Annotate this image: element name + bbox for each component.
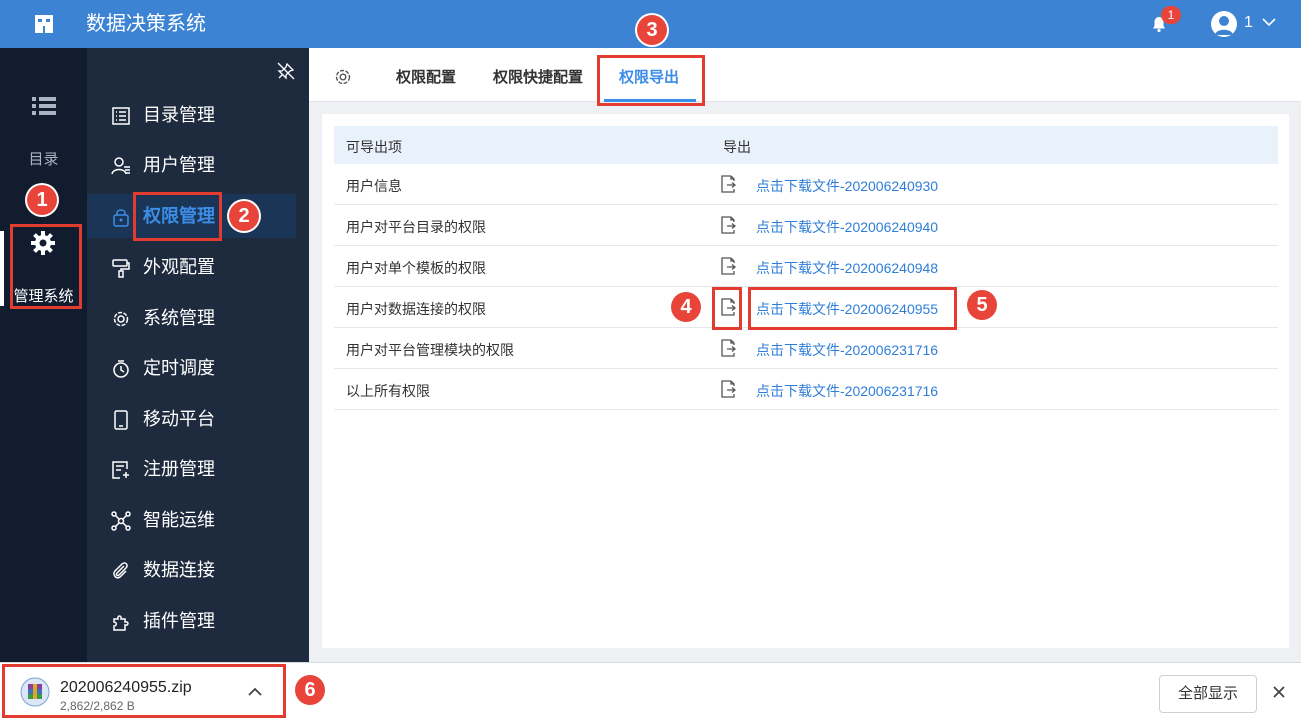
- notification-badge: 1: [1161, 6, 1181, 24]
- puzzle-icon: [113, 615, 129, 631]
- row-name: 以上所有权限: [346, 383, 430, 399]
- annotation-badge-5: 5: [967, 290, 997, 320]
- sidebar-item-appearance[interactable]: 外观配置: [87, 245, 309, 289]
- download-link[interactable]: 点击下载文件-202006231716: [756, 340, 938, 360]
- row-name: 用户信息: [346, 178, 402, 194]
- sidebar-item-mobile[interactable]: 移动平台: [87, 397, 309, 441]
- tablet-icon: [114, 410, 128, 430]
- tab-bar: 权限配置 权限快捷配置 权限导出: [309, 48, 1301, 102]
- export-file-icon[interactable]: [720, 339, 736, 357]
- export-file-icon[interactable]: [720, 216, 736, 234]
- avatar[interactable]: [1211, 11, 1237, 37]
- sidebar-item-label: 移动平台: [143, 409, 215, 429]
- sidebar-item-label: 定时调度: [143, 358, 215, 378]
- sidebar-item-registration[interactable]: 注册管理: [87, 447, 309, 491]
- paperclip-icon: [113, 562, 128, 579]
- annotation-badge-3: 3: [637, 15, 667, 45]
- export-file-icon[interactable]: [720, 380, 736, 398]
- sidebar-item-label: 智能运维: [143, 510, 215, 530]
- rail-directory-label[interactable]: 目录: [0, 148, 87, 169]
- sidebar-item-label: 系统管理: [143, 308, 215, 328]
- highlight-permission-management: [133, 192, 222, 241]
- close-icon[interactable]: [1272, 685, 1286, 699]
- download-link[interactable]: 点击下载文件-202006240940: [756, 217, 938, 237]
- lock-icon: [113, 209, 129, 227]
- primary-rail: 目录 管理系统: [0, 48, 87, 662]
- gear-icon: [113, 311, 129, 327]
- tab-permission-quick-config[interactable]: 权限快捷配置: [493, 66, 583, 87]
- table-header: 可导出项 导出: [334, 126, 1278, 164]
- sidebar-item-scheduler[interactable]: 定时调度: [87, 346, 309, 390]
- main-content: 权限配置 权限快捷配置 权限导出 可导出项 导出 用户信息 点击下载文件-202…: [309, 48, 1301, 662]
- export-file-icon[interactable]: [720, 257, 736, 275]
- annotation-badge-1: 1: [27, 185, 57, 215]
- settings-icon[interactable]: [333, 67, 353, 87]
- list-icon[interactable]: [32, 96, 56, 116]
- sidebar-item-label: 插件管理: [143, 611, 215, 631]
- sidebar-item-users[interactable]: 用户管理: [87, 143, 309, 187]
- export-file-icon[interactable]: [720, 175, 736, 193]
- row-name: 用户对平台管理模块的权限: [346, 342, 514, 358]
- highlight-export-icon: [712, 287, 742, 330]
- app-title: 数据决策系统: [86, 13, 206, 35]
- sidebar: 目录管理 用户管理 权限管理 外观配置 系统管理 定时调度 移动平台 注册管理 …: [87, 48, 309, 662]
- column-header-item: 可导出项: [346, 139, 402, 155]
- column-header-export: 导出: [723, 139, 751, 155]
- tab-permission-config[interactable]: 权限配置: [396, 66, 456, 87]
- sidebar-item-data-connection[interactable]: 数据连接: [87, 548, 309, 592]
- user-name[interactable]: 1: [1244, 14, 1253, 32]
- sidebar-item-label: 注册管理: [143, 459, 215, 479]
- logo-icon: [35, 15, 53, 33]
- annotation-badge-4: 4: [671, 292, 701, 322]
- table-row: 用户对单个模板的权限 点击下载文件-202006240948: [334, 246, 1278, 287]
- timer-icon: [113, 360, 129, 378]
- pin-icon[interactable]: [277, 62, 295, 80]
- sidebar-item-plugins[interactable]: 插件管理: [87, 599, 309, 643]
- table-row: 以上所有权限 点击下载文件-202006231716: [334, 369, 1278, 410]
- table-row: 用户信息 点击下载文件-202006240930: [334, 164, 1278, 205]
- sidebar-item-system[interactable]: 系统管理: [87, 296, 309, 340]
- register-icon: [112, 461, 129, 479]
- chevron-down-icon[interactable]: [1262, 17, 1276, 27]
- paint-roller-icon: [112, 259, 130, 278]
- highlight-download-link: [748, 287, 957, 330]
- highlight-permission-export-tab: [597, 55, 705, 106]
- highlight-download-item: [2, 664, 286, 718]
- row-name: 用户对单个模板的权限: [346, 260, 486, 276]
- sidebar-item-catalog[interactable]: 目录管理: [87, 93, 309, 137]
- download-link[interactable]: 点击下载文件-202006240948: [756, 258, 938, 278]
- export-panel: 可导出项 导出 用户信息 点击下载文件-202006240930 用户对平台目录…: [322, 114, 1289, 648]
- user-icon: [111, 157, 130, 175]
- row-name: 用户对数据连接的权限: [346, 301, 486, 317]
- sidebar-item-label: 用户管理: [143, 155, 215, 175]
- row-name: 用户对平台目录的权限: [346, 219, 486, 235]
- download-link[interactable]: 点击下载文件-202006240930: [756, 176, 938, 196]
- annotation-badge-2: 2: [229, 201, 259, 231]
- catalog-icon: [112, 107, 130, 125]
- sidebar-item-label: 外观配置: [143, 257, 215, 277]
- table-row: 用户对平台管理模块的权限 点击下载文件-202006231716: [334, 328, 1278, 369]
- sidebar-item-label: 目录管理: [143, 105, 215, 125]
- highlight-management-system: [10, 224, 82, 309]
- table-row: 用户对平台目录的权限 点击下载文件-202006240940: [334, 205, 1278, 246]
- user-avatar-icon: [1215, 16, 1233, 35]
- sidebar-item-ops[interactable]: 智能运维: [87, 498, 309, 542]
- network-icon: [111, 511, 131, 531]
- sidebar-item-label: 数据连接: [143, 560, 215, 580]
- show-all-button[interactable]: 全部显示: [1159, 675, 1257, 713]
- download-link[interactable]: 点击下载文件-202006231716: [756, 381, 938, 401]
- annotation-badge-6: 6: [295, 675, 325, 705]
